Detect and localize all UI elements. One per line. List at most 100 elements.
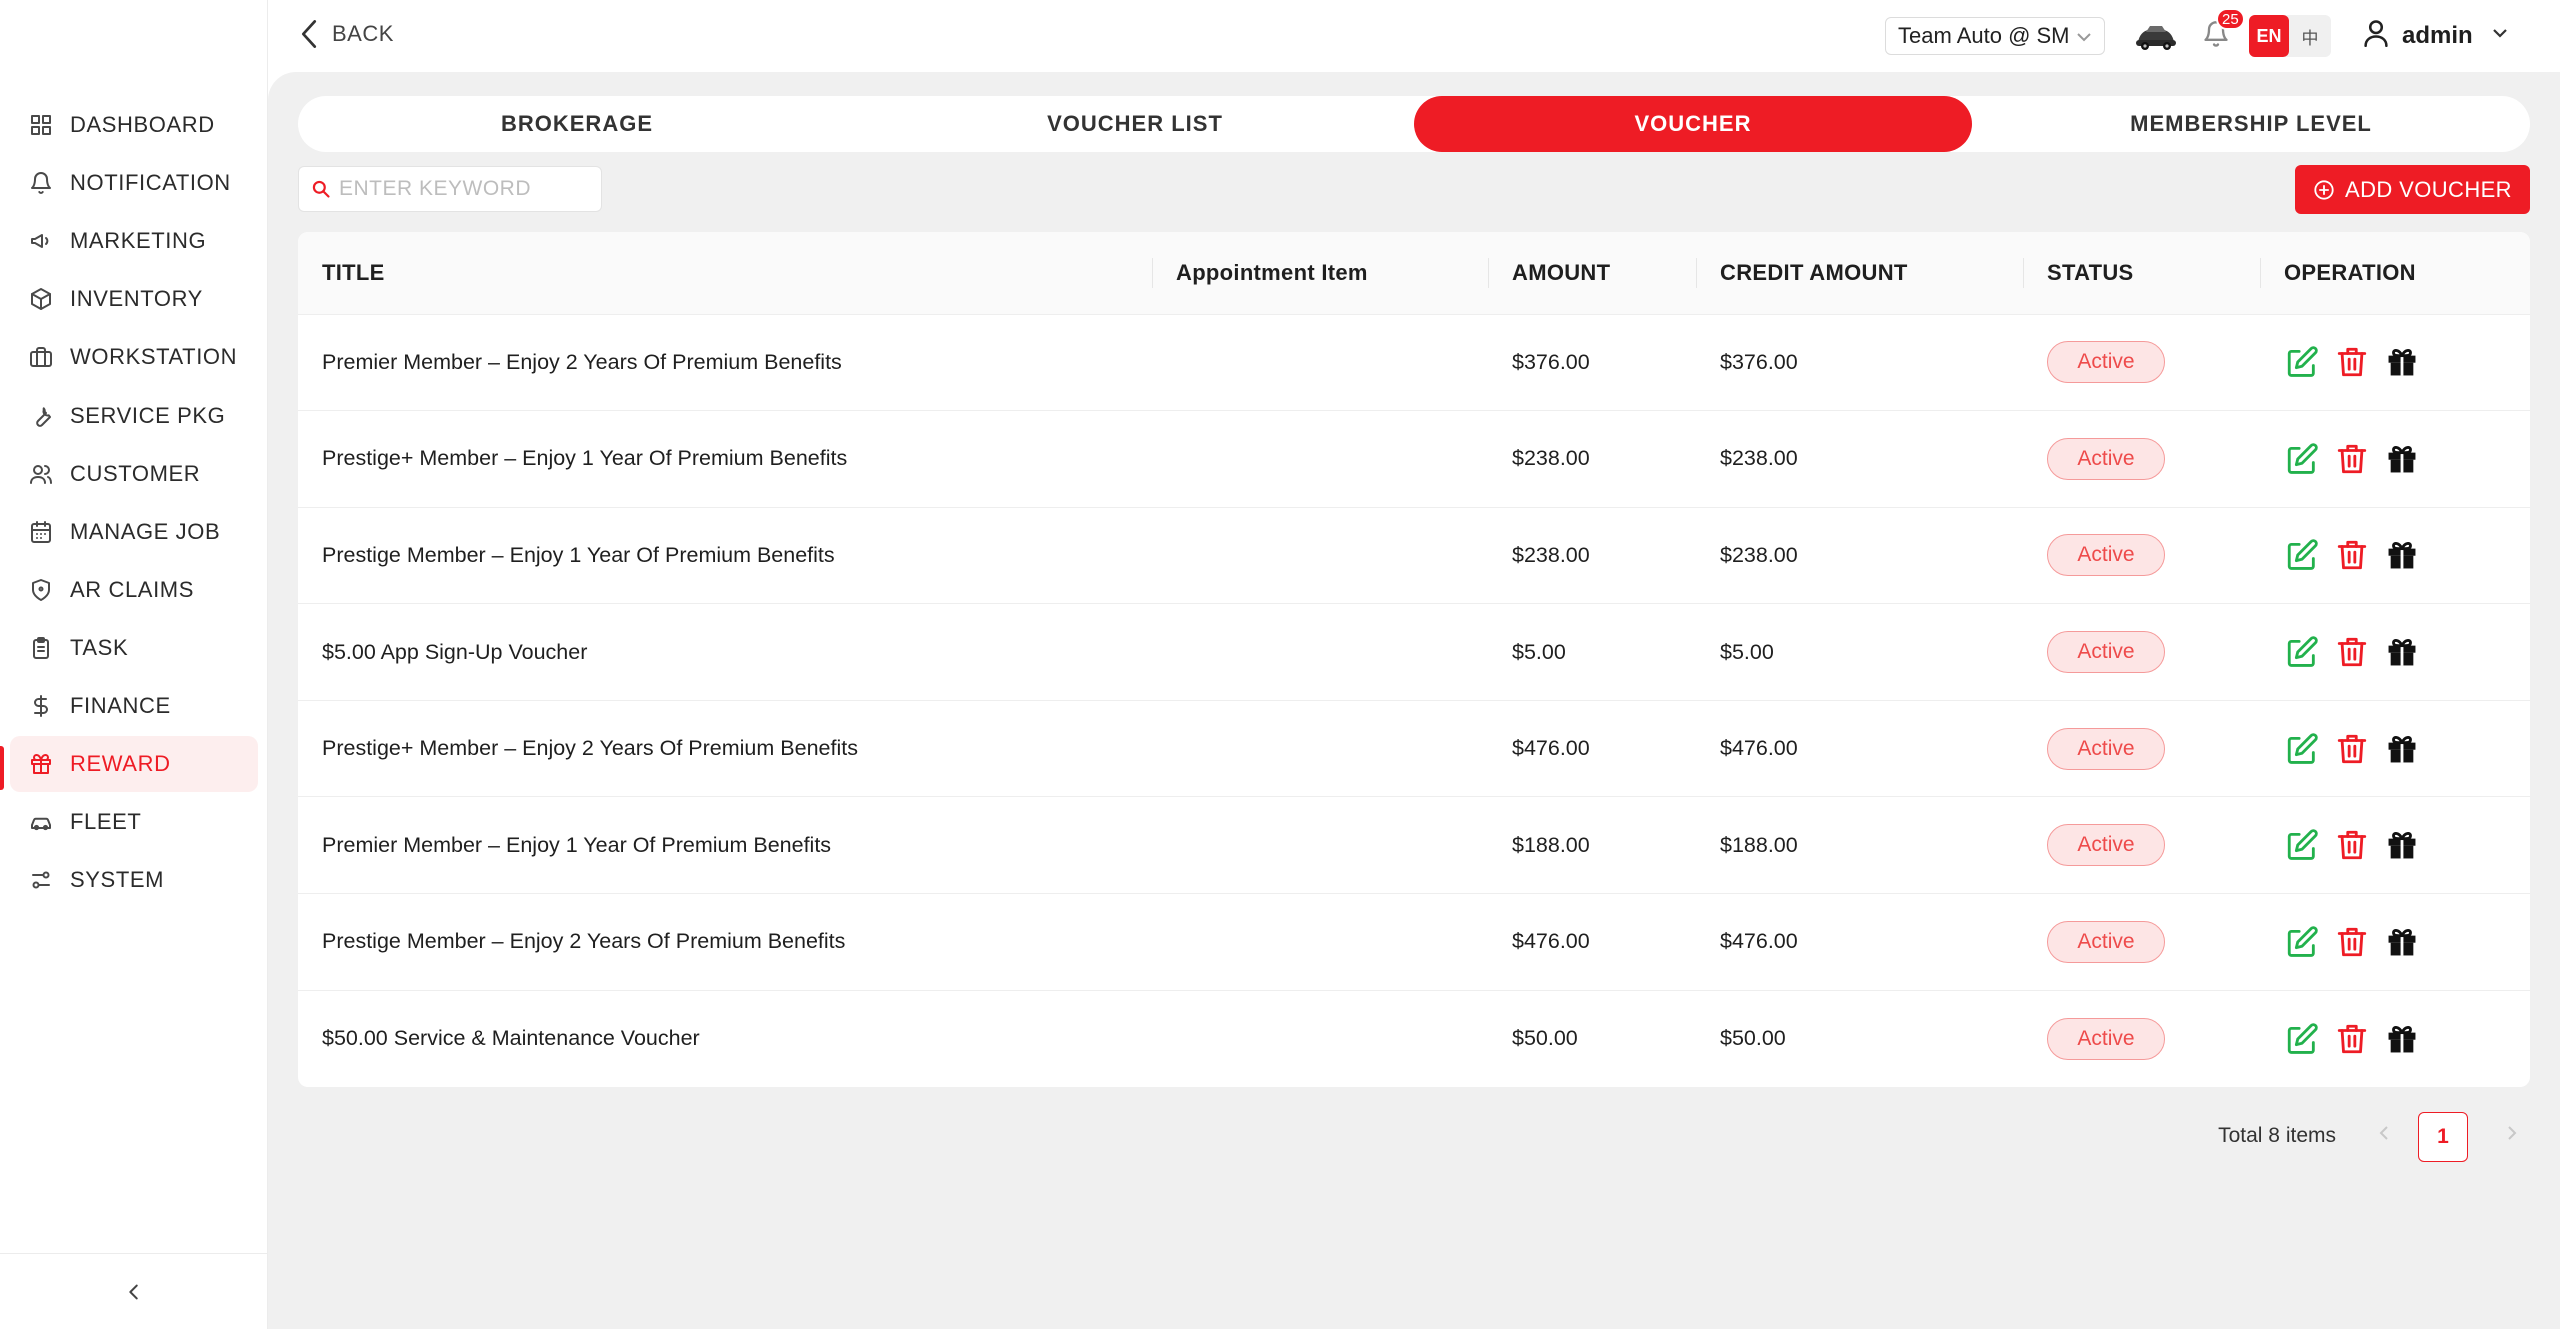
sidebar-item-label: FLEET	[70, 809, 142, 835]
active-indicator	[0, 746, 4, 790]
delete-icon[interactable]	[2334, 827, 2370, 863]
edit-icon[interactable]	[2284, 537, 2320, 573]
edit-icon[interactable]	[2284, 731, 2320, 767]
cell-status: Active	[2023, 507, 2260, 604]
sidebar-item-system[interactable]: SYSTEM	[10, 852, 258, 908]
chevron-right-icon	[2508, 1126, 2517, 1140]
tab-membership-level[interactable]: MEMBERSHIP LEVEL	[1972, 96, 2530, 152]
table-row: Premier Member – Enjoy 1 Year Of Premium…	[298, 796, 2530, 894]
row-actions	[2284, 924, 2530, 960]
wrench-icon	[28, 403, 54, 429]
gift-icon[interactable]	[2384, 537, 2420, 573]
sidebar-item-label: WORKSTATION	[70, 344, 238, 370]
delete-icon[interactable]	[2334, 1021, 2370, 1057]
company-select[interactable]: Team Auto @ SM	[1885, 17, 2105, 55]
sidebar-item-dashboard[interactable]: DASHBOARD	[10, 97, 258, 153]
edit-icon[interactable]	[2284, 1021, 2320, 1057]
sidebar-item-ar-claims[interactable]: AR CLAIMS	[10, 562, 258, 618]
sidebar-item-label: AR CLAIMS	[70, 576, 194, 602]
delete-icon[interactable]	[2334, 441, 2370, 477]
edit-icon[interactable]	[2284, 827, 2320, 863]
lang-en-button[interactable]: EN	[2249, 15, 2289, 57]
tab-voucher[interactable]: VOUCHER	[1414, 96, 1972, 152]
cell-title: $50.00 Service & Maintenance Voucher	[322, 1026, 700, 1051]
sidebar-item-workstation[interactable]: WORKSTATION	[10, 329, 258, 385]
sidebar-item-notification[interactable]: NOTIFICATION	[10, 155, 258, 211]
delete-icon[interactable]	[2334, 634, 2370, 670]
delete-icon[interactable]	[2334, 344, 2370, 380]
delete-icon[interactable]	[2334, 731, 2370, 767]
sidebar-item-finance[interactable]: FINANCE	[10, 678, 258, 734]
sidebar-item-label: MARKETING	[70, 228, 207, 254]
gift-icon[interactable]	[2384, 344, 2420, 380]
edit-icon[interactable]	[2284, 634, 2320, 670]
page-number-button[interactable]: 1	[2418, 1112, 2468, 1162]
collapse-sidebar-button[interactable]	[0, 1253, 268, 1329]
gift-icon[interactable]	[2384, 924, 2420, 960]
user-menu[interactable]: admin	[2362, 18, 2509, 53]
search-box	[298, 166, 602, 212]
cell-operation	[2260, 314, 2530, 411]
shield-icon	[28, 577, 54, 603]
search-input[interactable]	[339, 177, 599, 201]
chevron-left-icon	[301, 20, 317, 48]
table-header-row: TITLE Appointment Item AMOUNT CREDIT AMO…	[298, 232, 2530, 314]
bell-icon	[28, 170, 54, 196]
prev-page-button[interactable]	[2376, 1124, 2400, 1148]
row-actions	[2284, 537, 2530, 573]
cell-appointment-item	[1152, 990, 1488, 1087]
cell-operation	[2260, 700, 2530, 797]
clipboard-icon	[28, 635, 54, 661]
sidebar-item-label: NOTIFICATION	[70, 170, 231, 196]
gift-icon[interactable]	[2384, 441, 2420, 477]
pagination: Total 8 items 1	[268, 1112, 2530, 1162]
add-voucher-button[interactable]: ADD VOUCHER	[2295, 165, 2530, 214]
cell-credit-amount: $5.00	[1720, 639, 1774, 664]
edit-icon[interactable]	[2284, 441, 2320, 477]
gift-icon[interactable]	[2384, 634, 2420, 670]
sidebar-item-manage-job[interactable]: MANAGE JOB	[10, 504, 258, 560]
tab-voucher-list[interactable]: VOUCHER LIST	[856, 96, 1414, 152]
edit-icon[interactable]	[2284, 344, 2320, 380]
lang-zh-button[interactable]: 中	[2289, 15, 2331, 57]
table-row: Prestige+ Member – Enjoy 2 Years Of Prem…	[298, 700, 2530, 797]
row-actions	[2284, 634, 2530, 670]
sidebar-item-label: SYSTEM	[70, 867, 165, 893]
add-voucher-label: ADD VOUCHER	[2345, 176, 2512, 202]
sidebar-item-reward[interactable]: REWARD	[10, 736, 258, 793]
language-switch: EN 中	[2249, 15, 2331, 57]
sidebar-item-fleet[interactable]: FLEET	[10, 794, 258, 850]
table-row: Prestige Member – Enjoy 2 Years Of Premi…	[298, 893, 2530, 991]
delete-icon[interactable]	[2334, 537, 2370, 573]
sidebar-item-marketing[interactable]: MARKETING	[10, 213, 258, 269]
sidebar-item-customer[interactable]: CUSTOMER	[10, 446, 258, 502]
cell-title: Premier Member – Enjoy 1 Year Of Premium…	[322, 832, 832, 857]
cell-amount: $238.00	[1512, 446, 1590, 471]
tab-brokerage[interactable]: BROKERAGE	[298, 96, 856, 152]
main-content: BROKERAGE VOUCHER LIST VOUCHER MEMBERSHIP L…	[268, 72, 2560, 1329]
sidebar-item-label: SERVICE PKG	[70, 402, 226, 428]
sidebar-item-task[interactable]: TASK	[10, 620, 258, 676]
status-badge: Active	[2047, 727, 2165, 770]
gift-icon[interactable]	[2384, 827, 2420, 863]
next-page-button[interactable]	[2502, 1124, 2526, 1148]
gift-icon[interactable]	[2384, 731, 2420, 767]
cell-operation	[2260, 797, 2530, 894]
delete-icon[interactable]	[2334, 924, 2370, 960]
column-header-appointment-item: Appointment Item	[1152, 232, 1488, 314]
car-icon[interactable]	[2134, 20, 2178, 52]
sidebar-item-service-pkg[interactable]: SERVICE PKG	[10, 388, 258, 444]
sidebar-item-label: REWARD	[70, 751, 171, 777]
cell-status: Active	[2023, 990, 2260, 1087]
sidebar-item-inventory[interactable]: INVENTORY	[10, 271, 258, 327]
cell-title: $5.00 App Sign-Up Voucher	[322, 639, 588, 664]
user-icon	[2364, 20, 2388, 47]
tab-bar: BROKERAGE VOUCHER LIST VOUCHER MEMBERSHIP L…	[298, 96, 2530, 152]
cell-appointment-item	[1152, 314, 1488, 411]
chevron-down-icon	[2492, 29, 2507, 38]
gift-icon[interactable]	[2384, 1021, 2420, 1057]
back-button[interactable]: BACK	[296, 18, 394, 50]
edit-icon[interactable]	[2284, 924, 2320, 960]
dashboard-icon	[28, 112, 54, 138]
notification-count-badge: 25	[2216, 8, 2245, 30]
